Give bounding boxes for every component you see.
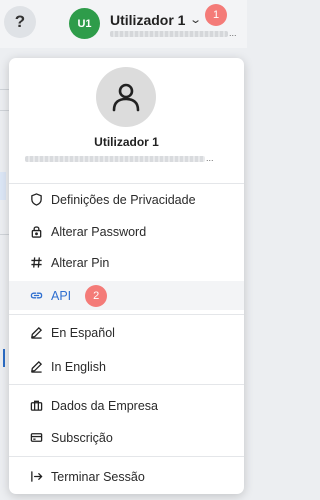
menu-item-label: API [51, 288, 72, 303]
menu-item-label: Terminar Sessão [51, 469, 145, 484]
menu-user-email-redacted [25, 156, 205, 162]
briefcase-icon [29, 399, 43, 413]
credit-card-icon [29, 431, 43, 445]
email-ellipsis: ... [229, 28, 237, 38]
chevron-down-icon: ⌄ [189, 14, 203, 26]
pencil-icon [29, 360, 43, 374]
menu-item-subscription[interactable]: Subscrição [9, 423, 244, 452]
menu-item-api[interactable]: API 2 [9, 281, 244, 310]
menu-item-label: Alterar Pin [51, 255, 110, 270]
menu-item-company-data[interactable]: Dados da Empresa [9, 391, 244, 420]
user-menu-toggle[interactable]: U1 Utilizador 1 ⌄ ... 1 [69, 4, 241, 44]
menu-item-english[interactable]: In English [9, 352, 244, 381]
pencil-icon [29, 326, 43, 340]
step-badge-1: 1 [205, 4, 227, 26]
lock-icon [29, 225, 43, 239]
menu-item-change-password[interactable]: Alterar Password [9, 217, 244, 246]
menu-item-label: In English [51, 359, 106, 374]
menu-item-label: Subscrição [51, 430, 113, 445]
user-dropdown-menu: Utilizador 1 ... Definições de Privacida… [9, 58, 244, 494]
question-mark-icon: ? [14, 12, 26, 31]
menu-item-label: Definições de Privacidade [51, 192, 196, 207]
menu-item-change-pin[interactable]: Alterar Pin [9, 248, 244, 277]
menu-item-spanish[interactable]: En Español [9, 318, 244, 347]
user-name: Utilizador 1 [110, 12, 186, 28]
menu-item-label: En Español [51, 325, 115, 340]
menu-item-logout[interactable]: Terminar Sessão [9, 462, 244, 491]
menu-item-label: Dados da Empresa [51, 398, 159, 413]
email-ellipsis: ... [206, 153, 214, 163]
menu-divider [9, 183, 244, 184]
user-avatar-icon [96, 67, 156, 127]
menu-item-label: Alterar Password [51, 224, 147, 239]
step-badge-2: 2 [85, 284, 108, 307]
menu-item-privacy-settings[interactable]: Definições de Privacidade [9, 185, 244, 214]
avatar: U1 [69, 8, 100, 39]
help-button[interactable]: ? [4, 6, 36, 38]
logout-icon [29, 470, 43, 484]
background-selected-row [0, 172, 6, 367]
user-email-redacted [110, 31, 228, 37]
link-icon [29, 289, 43, 303]
shield-icon [29, 193, 43, 207]
hash-icon [29, 256, 43, 270]
menu-divider [9, 456, 244, 457]
menu-divider [9, 384, 244, 385]
menu-user-name: Utilizador 1 [94, 135, 159, 149]
menu-divider [9, 314, 244, 315]
